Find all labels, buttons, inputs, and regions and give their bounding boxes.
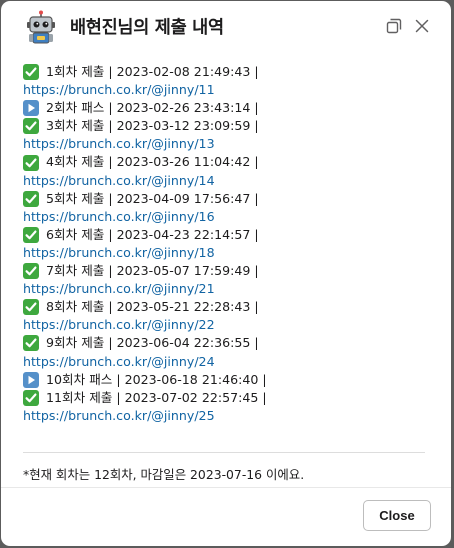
submission-row: 11회차 제출 | 2023-07-02 22:57:45 | — [23, 389, 431, 407]
submission-text: 3회차 제출 | 2023-03-12 23:09:59 | — [46, 118, 259, 134]
submission-row: 4회차 제출 | 2023-03-26 11:04:42 | — [23, 153, 431, 171]
submission-text: 9회차 제출 | 2023-06-04 22:36:55 | — [46, 335, 259, 351]
submission-entry: 5회차 제출 | 2023-04-09 17:56:47 | https://br… — [23, 190, 431, 226]
submission-link[interactable]: https://brunch.co.kr/@jinny/13 — [23, 135, 431, 153]
submission-text: 8회차 제출 | 2023-05-21 22:28:43 | — [46, 299, 259, 315]
submission-link[interactable]: https://brunch.co.kr/@jinny/11 — [23, 81, 431, 99]
close-x-button[interactable] — [411, 15, 433, 37]
submission-link[interactable]: https://brunch.co.kr/@jinny/24 — [23, 353, 431, 371]
submission-text: 10회차 패스 | 2023-06-18 21:46:40 | — [46, 371, 267, 387]
submission-text: 7회차 제출 | 2023-05-07 17:59:49 | — [46, 263, 259, 279]
check-mark-button-icon — [23, 335, 39, 352]
close-icon — [415, 19, 429, 33]
submission-text: 6회차 제출 | 2023-04-23 22:14:57 | — [46, 226, 259, 242]
submission-entry: 4회차 제출 | 2023-03-26 11:04:42 | https://br… — [23, 153, 431, 189]
submission-link[interactable]: https://brunch.co.kr/@jinny/14 — [23, 172, 431, 190]
dialog-header: 배현진님의 제출 내역 — [1, 1, 451, 53]
submission-row: 7회차 제출 | 2023-05-07 17:59:49 | — [23, 262, 431, 280]
submission-text: 4회차 제출 | 2023-03-26 11:04:42 | — [46, 154, 259, 170]
check-mark-button-icon — [23, 118, 39, 135]
check-mark-button-icon — [23, 190, 39, 207]
submission-row: 6회차 제출 | 2023-04-23 22:14:57 | — [23, 226, 431, 244]
submission-entry: 8회차 제출 | 2023-05-21 22:28:43 | https://br… — [23, 298, 431, 334]
submission-entry: 1회차 제출 | 2023-02-08 21:49:43 | https://br… — [23, 63, 431, 99]
divider — [23, 452, 425, 453]
robot-avatar-icon — [23, 10, 59, 46]
submission-text: 5회차 제출 | 2023-04-09 17:56:47 | — [46, 190, 259, 206]
submission-row: 2회차 패스 | 2023-02-26 23:43:14 | — [23, 99, 431, 117]
submission-text: 2회차 패스 | 2023-02-26 23:43:14 | — [46, 100, 259, 116]
check-mark-button-icon — [23, 226, 39, 243]
submission-list: 1회차 제출 | 2023-02-08 21:49:43 | https://br… — [23, 63, 431, 425]
submission-entry: 6회차 제출 | 2023-04-23 22:14:57 | https://br… — [23, 226, 431, 262]
check-mark-button-icon — [23, 263, 39, 280]
submission-link[interactable]: https://brunch.co.kr/@jinny/16 — [23, 208, 431, 226]
close-button[interactable]: Close — [363, 500, 431, 531]
play-button-icon — [23, 100, 39, 117]
submission-row: 10회차 패스 | 2023-06-18 21:46:40 | — [23, 371, 431, 389]
check-mark-button-icon — [23, 299, 39, 316]
dialog-title: 배현진님의 제출 내역 — [70, 18, 224, 38]
submission-history-dialog: 배현진님의 제출 내역 1회차 제출 | 2023-02-08 21:49:43… — [1, 1, 451, 546]
check-mark-button-icon — [23, 154, 39, 171]
check-mark-button-icon — [23, 64, 39, 81]
play-button-icon — [23, 371, 39, 388]
submission-row: 1회차 제출 | 2023-02-08 21:49:43 | — [23, 63, 431, 81]
submission-row: 3회차 제출 | 2023-03-12 23:09:59 | — [23, 117, 431, 135]
submission-entry: 9회차 제출 | 2023-06-04 22:36:55 | https://br… — [23, 334, 431, 370]
expand-icon — [386, 18, 402, 34]
submission-link[interactable]: https://brunch.co.kr/@jinny/25 — [23, 407, 431, 425]
submission-entry: 11회차 제출 | 2023-07-02 22:57:45 | https://b… — [23, 389, 431, 425]
submission-entry: 2회차 패스 | 2023-02-26 23:43:14 | — [23, 99, 431, 117]
deadline-note: *현재 회차는 12회차, 마감일은 2023-07-16 이에요. — [23, 467, 305, 482]
footer-divider — [1, 487, 451, 488]
submission-text: 11회차 제출 | 2023-07-02 22:57:45 | — [46, 389, 267, 405]
check-mark-button-icon — [23, 389, 39, 406]
submission-entry: 3회차 제출 | 2023-03-12 23:09:59 | https://br… — [23, 117, 431, 153]
submission-entry: 10회차 패스 | 2023-06-18 21:46:40 | — [23, 371, 431, 389]
submission-entry: 7회차 제출 | 2023-05-07 17:59:49 | https://br… — [23, 262, 431, 298]
submission-link[interactable]: https://brunch.co.kr/@jinny/21 — [23, 280, 431, 298]
submission-row: 8회차 제출 | 2023-05-21 22:28:43 | — [23, 298, 431, 316]
submission-link[interactable]: https://brunch.co.kr/@jinny/22 — [23, 316, 431, 334]
submission-row: 9회차 제출 | 2023-06-04 22:36:55 | — [23, 334, 431, 352]
expand-button[interactable] — [383, 15, 405, 37]
submission-text: 1회차 제출 | 2023-02-08 21:49:43 | — [46, 64, 259, 79]
submission-row: 5회차 제출 | 2023-04-09 17:56:47 | — [23, 190, 431, 208]
submission-link[interactable]: https://brunch.co.kr/@jinny/18 — [23, 244, 431, 262]
